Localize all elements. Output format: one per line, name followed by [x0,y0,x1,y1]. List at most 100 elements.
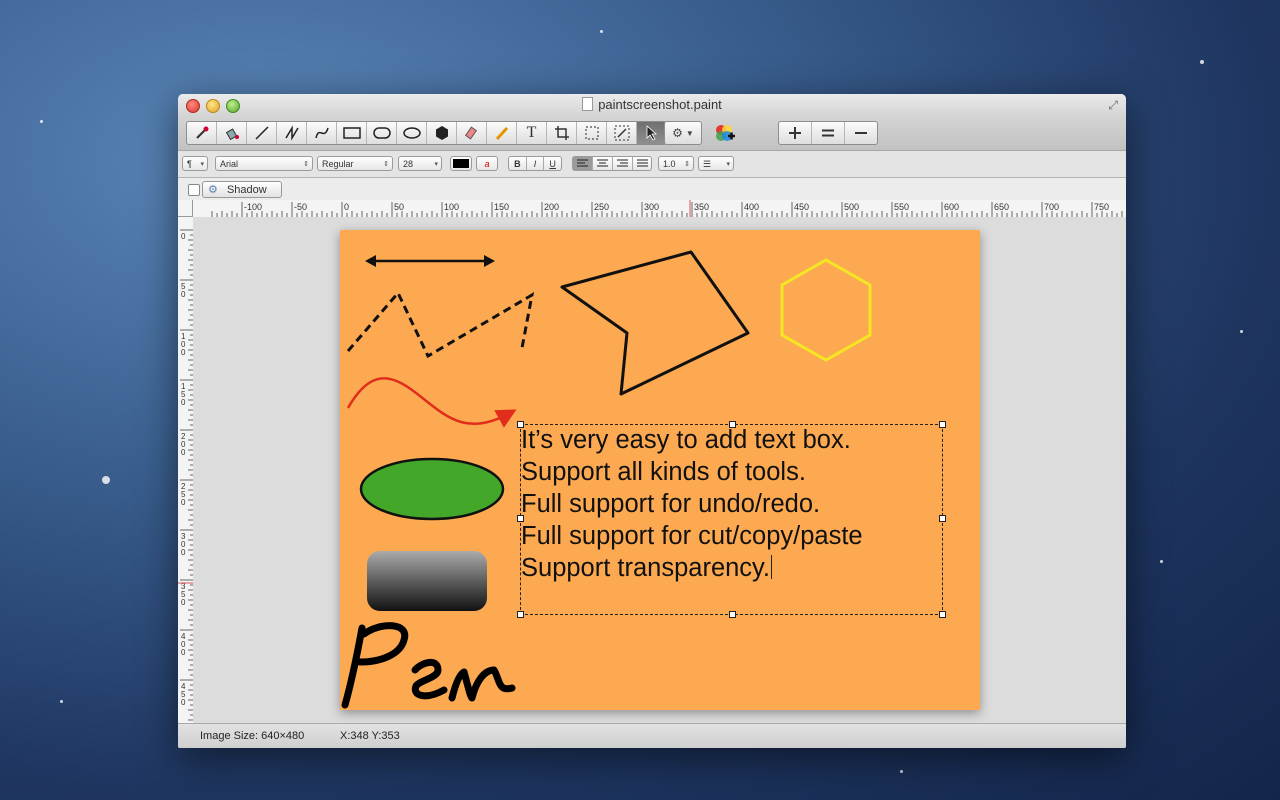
ruler-label: 50 [394,202,404,212]
ruler-label: 650 [994,202,1009,212]
ruler-label: 0 [344,202,349,212]
settings-menu-button[interactable]: ⚙ ▼ [664,121,702,145]
ruler-label: 700 [1044,202,1059,212]
ruler-label: 0 [181,232,186,241]
green-ellipse-shape[interactable] [359,457,505,521]
font-style-select[interactable]: Regular ⇕ [317,156,393,171]
ruler-label: 0 [181,290,186,299]
eraser-tool-icon[interactable] [457,122,487,144]
format-bar: ¶ ▾ Arial ⇕ Regular ⇕ 28 ▾ a B I U 1.0 ⇕… [178,151,1126,178]
window-title: paintscreenshot.paint [178,97,1126,112]
ruler-label: 200 [544,202,559,212]
canvas-area[interactable]: It’s very easy to add text box. Support … [193,217,1126,724]
ruler-label: 250 [594,202,609,212]
resize-handle-bottom[interactable] [729,611,736,618]
text-tool-icon[interactable]: T [517,122,547,144]
gradient-rounded-rect-shape[interactable] [367,551,487,611]
ruler-label: 600 [944,202,959,212]
resize-handle-bottom-right[interactable] [939,611,946,618]
text-line: Full support for undo/redo. [521,490,821,518]
crop-tool-icon[interactable] [547,122,577,144]
ruler-label: 100 [444,202,459,212]
selection-tool-icon[interactable] [577,122,607,144]
resize-handle-right[interactable] [939,515,946,522]
bold-button[interactable]: B [509,157,527,170]
color-picker-icon[interactable] [712,122,736,151]
list-style-select[interactable]: ☰ ▾ [698,156,734,171]
font-size-field[interactable]: 28 ▾ [398,156,442,171]
ruler-label: 300 [644,202,659,212]
pointer-tool-icon[interactable] [637,122,666,144]
zoom-out-icon[interactable] [845,122,877,144]
resize-handle-bottom-left[interactable] [517,611,524,618]
title-bar: paintscreenshot.paint ⤢ [178,94,1126,116]
list-icon: ☰ [703,159,712,169]
paint-bucket-tool-icon[interactable] [217,122,247,144]
ruler-label: 750 [1094,202,1109,212]
text-line: Support all kinds of tools. [521,458,806,486]
paragraph-style-select[interactable]: ¶ ▾ [182,156,208,171]
polygon-tool-icon[interactable] [427,122,457,144]
line-tool-icon[interactable] [247,122,277,144]
align-justify-icon[interactable] [633,157,652,170]
polygon-shape[interactable] [560,250,750,396]
text-line: Full support for cut/copy/paste [521,522,863,550]
drawing-canvas[interactable]: It’s very easy to add text box. Support … [340,230,980,710]
ruler-label: -100 [244,202,262,212]
tools-group: T [186,121,667,145]
hexagon-shape[interactable] [780,258,872,362]
underline-button[interactable]: U [544,157,561,170]
ruler-label: 400 [744,202,759,212]
pen-stroke-shape[interactable] [341,622,516,709]
alignment-group [572,156,652,171]
pencil-tool-icon[interactable] [487,122,517,144]
rounded-rectangle-tool-icon[interactable] [367,122,397,144]
zoom-group [778,121,878,145]
ruler-label: 350 [694,202,709,212]
shadow-checkbox[interactable] [188,184,200,196]
zoom-in-icon[interactable] [779,122,812,144]
ruler-label: 150 [494,202,509,212]
italic-button[interactable]: I [527,157,545,170]
ruler-label: 0 [181,548,186,557]
ellipse-tool-icon[interactable] [397,122,427,144]
eyedropper-tool-icon[interactable] [187,122,217,144]
line-spacing-select[interactable]: 1.0 ⇕ [658,156,694,171]
vertical-ruler: 050100150200250300350400450 [178,217,194,724]
align-right-icon[interactable] [613,157,633,170]
dashed-polyline-shape[interactable] [346,290,535,359]
rectangle-tool-icon[interactable] [337,122,367,144]
chevron-down-icon: ▼ [685,128,694,138]
cursor-coordinates-label: X:348 Y:353 [340,730,400,742]
text-style-group: B I U [508,156,562,171]
curve-tool-icon[interactable] [307,122,337,144]
gear-icon: ⚙ [208,184,218,196]
text-color-well[interactable] [450,156,472,171]
image-size-label: Image Size: 640×480 [200,730,305,742]
ruler-label: 0 [181,648,186,657]
text-line-last: Support transparency. [521,554,772,582]
ruler-label: 0 [181,598,186,607]
magic-wand-tool-icon[interactable] [607,122,637,144]
text-background-color-button[interactable]: a [476,156,498,171]
align-left-icon[interactable] [573,157,593,170]
font-family-select[interactable]: Arial ⇕ [215,156,313,171]
red-curve-shape[interactable] [346,377,517,428]
fullscreen-icon[interactable]: ⤢ [1108,98,1118,113]
ruler-label: -50 [294,202,307,212]
status-bar: Image Size: 640×480 X:348 Y:353 [178,723,1126,748]
resize-handle-top-right[interactable] [939,421,946,428]
polyline-tool-icon[interactable] [277,122,307,144]
toolbar: T ⚙ ▼ [178,116,1126,151]
ruler-label: 0 [181,398,186,407]
text-caret [771,555,772,579]
text-line: It’s very easy to add text box. [521,426,851,454]
actual-size-icon[interactable] [812,122,845,144]
shadow-settings-button[interactable]: ⚙ Shadow [202,181,282,198]
ruler-corner [178,200,193,217]
double-arrow-shape[interactable] [365,255,495,267]
align-center-icon[interactable] [593,157,613,170]
ruler-label: 0 [181,448,186,457]
ruler-label: 450 [794,202,809,212]
ruler-label: 550 [894,202,909,212]
